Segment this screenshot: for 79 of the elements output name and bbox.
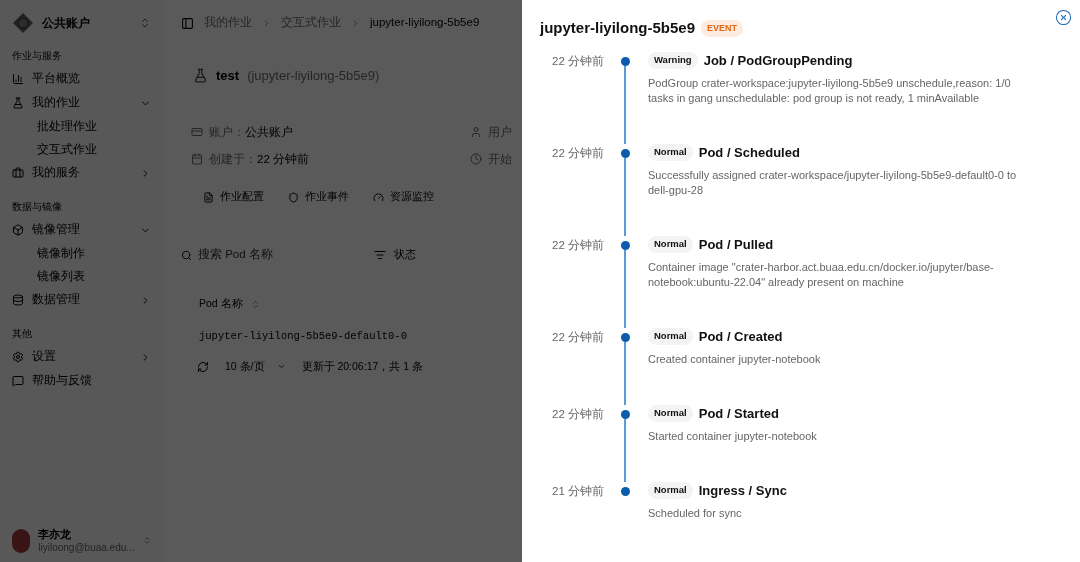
filter-button[interactable]: 状态 — [366, 243, 424, 267]
card-icon — [191, 126, 203, 139]
event-time: 22 分钟前 — [551, 145, 605, 161]
sidebar-subitem[interactable]: 批处理作业 — [8, 115, 155, 138]
event-time: 22 分钟前 — [551, 237, 605, 253]
event-title: Job / PodGroupPending — [703, 51, 853, 70]
event-type-badge: Normal — [648, 405, 693, 422]
flask-icon — [12, 97, 24, 109]
event-type-badge: Normal — [648, 328, 693, 345]
filter-icon — [374, 249, 386, 261]
account-name: 公共账户 — [42, 15, 91, 32]
sidebar-toggle-icon[interactable] — [181, 16, 194, 30]
chevron-right-icon — [351, 18, 360, 28]
clock-icon — [470, 153, 482, 166]
message-icon — [12, 375, 24, 387]
tab[interactable]: 资源监控 — [365, 184, 442, 210]
event-time: 22 分钟前 — [551, 406, 605, 422]
event-message: Started container jupyter-notebook — [648, 428, 818, 444]
sidebar-subitem[interactable]: 镜像列表 — [8, 265, 155, 288]
avatar[interactable] — [12, 528, 31, 553]
database-icon — [12, 294, 24, 306]
event-type-badge: Normal — [648, 144, 693, 161]
drawer-title: jupyter-liyilong-5b5e9 — [540, 18, 696, 38]
sidebar-item[interactable]: 我的服务 — [8, 161, 155, 185]
job-name: test — [216, 67, 240, 85]
sidebar-item[interactable]: 数据管理 — [8, 288, 155, 312]
tab[interactable]: 作业事件 — [280, 184, 357, 210]
page-size-select[interactable]: 10 条/页 — [225, 359, 286, 375]
sidebar-item[interactable]: 我的作业 — [8, 91, 155, 115]
briefcase-icon — [12, 167, 24, 179]
switch-icon[interactable] — [142, 535, 151, 547]
search-field[interactable]: 搜索 Pod 名称 — [198, 246, 366, 264]
flask-icon — [193, 68, 208, 84]
event-message: Scheduled for sync — [648, 505, 743, 521]
column-header[interactable]: Pod 名称 — [199, 296, 243, 312]
sidebar-subitem[interactable]: 镜像制作 — [8, 242, 155, 265]
event-title: Ingress / Sync — [698, 481, 787, 500]
sort-icon[interactable] — [250, 299, 260, 309]
calendar-icon — [191, 153, 203, 166]
section-label: 其他 — [11, 327, 33, 341]
search-icon — [181, 249, 192, 261]
event-message: PodGroup crater-workspace:jupyter-liyilong-5b5e9 unschedule,reason: 1/0 tasks in gang unschedulable: pod group is not ready, 1 minAvailable — [648, 75, 1012, 106]
update-status: 更新于 20:06:17，共 1 条 — [301, 359, 423, 374]
event-type-badge: Warning — [648, 52, 698, 69]
document-icon — [203, 191, 214, 203]
switch-icon[interactable] — [139, 17, 151, 29]
gauge-icon — [373, 191, 384, 203]
sidebar-subitem[interactable]: 交互式作业 — [8, 138, 155, 161]
section-label: 数据与镜像 — [11, 200, 63, 214]
cube-icon — [12, 224, 24, 236]
breadcrumb-item: jupyter-liyilong-5b5e9 — [370, 15, 480, 31]
event-title: Pod / Scheduled — [698, 143, 800, 162]
sidebar-item[interactable]: 镜像管理 — [8, 218, 155, 242]
refresh-icon[interactable] — [197, 360, 209, 373]
event-message: Created container jupyter-notebook — [648, 351, 822, 367]
user-icon — [470, 126, 482, 139]
event-message: Successfully assigned crater-workspace/jupyter-liyilong-5b5e9-default0-0 to dell-gpu-28 — [648, 167, 1018, 198]
chart-icon — [12, 73, 24, 85]
event-title: Pod / Pulled — [698, 235, 774, 254]
user-name: 李亦龙 — [38, 527, 73, 542]
event-type-badge: Normal — [648, 482, 693, 499]
section-label: 作业与服务 — [11, 49, 63, 63]
settings-icon — [12, 351, 24, 363]
event-time: 21 分钟前 — [551, 483, 605, 499]
shield-icon — [288, 191, 299, 203]
event-time: 22 分钟前 — [551, 329, 605, 345]
sidebar-item[interactable]: 平台概览 — [8, 67, 155, 91]
event-time: 22 分钟前 — [551, 53, 605, 69]
event-message: Container image "crater-harbor.act.buaa.edu.cn/docker.io/jupyter/base-notebook:ubuntu-22.04" already present on machine — [648, 259, 995, 290]
tab[interactable]: 作业配置 — [195, 184, 272, 210]
event-title: Pod / Created — [698, 327, 783, 346]
logo-icon — [12, 12, 34, 34]
event-title: Pod / Started — [698, 404, 779, 423]
chevron-right-icon — [262, 18, 271, 28]
sidebar-item[interactable]: 帮助与反馈 — [8, 369, 155, 393]
table-cell: jupyter-liyilong-5b5e9-default0-0 — [199, 329, 407, 345]
event-type-badge: Normal — [648, 236, 693, 253]
sidebar-item[interactable]: 设置 — [8, 345, 155, 369]
event-badge: EVENT — [701, 19, 744, 37]
